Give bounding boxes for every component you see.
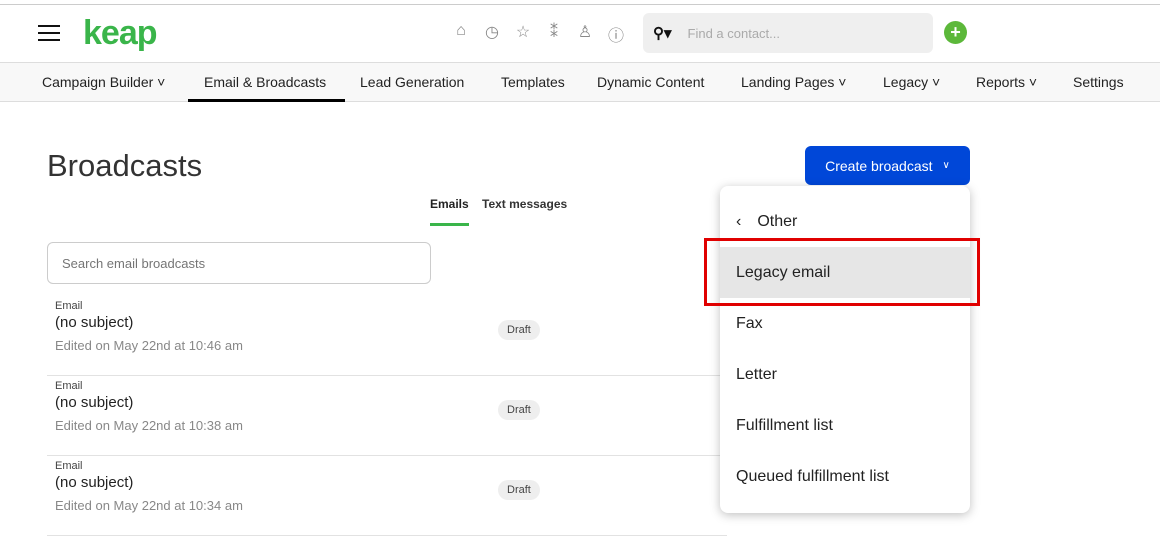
contact-search[interactable]: ⚲▾ Find a contact... — [643, 13, 933, 53]
nav-lead-generation[interactable]: Lead Generation — [360, 74, 464, 90]
table-row[interactable]: Email (no subject) Edited on May 22nd at… — [47, 376, 727, 456]
nav-settings[interactable]: Settings — [1073, 74, 1124, 90]
tab-emails[interactable]: Emails — [430, 197, 469, 226]
help-icon[interactable]: ⓘ — [607, 22, 625, 46]
broadcast-search-input[interactable] — [47, 242, 431, 284]
activity-icon[interactable]: ⁑ — [545, 22, 563, 46]
row-subject[interactable]: (no subject) — [55, 474, 133, 491]
create-broadcast-dropdown: ‹ Other Legacy email Fax Letter Fulfillme… — [720, 186, 970, 513]
create-broadcast-button[interactable]: Create broadcast ∨ — [805, 146, 970, 185]
page-title: Broadcasts — [47, 148, 203, 183]
nav-dynamic-content[interactable]: Dynamic Content — [597, 74, 704, 90]
contact-search-placeholder: Find a contact... — [687, 25, 781, 41]
menu-item-fulfillment-list[interactable]: Fulfillment list — [720, 400, 970, 451]
star-icon[interactable]: ☆ — [514, 22, 532, 46]
menu-back-label: Other — [757, 213, 798, 230]
active-nav-indicator — [188, 99, 345, 102]
row-edited: Edited on May 22nd at 10:38 am — [55, 418, 243, 433]
row-kind: Email — [55, 300, 83, 312]
menu-item-queued-fulfillment-list[interactable]: Queued fulfillment list — [720, 451, 970, 502]
nav-landing-pages[interactable]: Landing Pages ˅ — [741, 74, 846, 90]
row-kind: Email — [55, 460, 83, 472]
add-icon[interactable]: + — [944, 21, 967, 44]
search-icon[interactable]: ⚲▾ — [653, 24, 672, 42]
chevron-down-icon: ∨ — [942, 160, 950, 171]
row-kind: Email — [55, 380, 83, 392]
nav-reports[interactable]: Reports ˅ — [976, 74, 1037, 90]
table-row[interactable]: Email (no subject) Edited on May 22nd at… — [47, 456, 727, 536]
history-icon[interactable]: ◷ — [483, 22, 501, 46]
person-icon[interactable]: ♙ — [576, 22, 594, 46]
status-badge: Draft — [498, 400, 540, 420]
main-nav: Campaign Builder ˅ Email & Broadcasts Le… — [0, 62, 1160, 102]
nav-email-broadcasts[interactable]: Email & Broadcasts — [204, 74, 326, 90]
nav-campaign-builder[interactable]: Campaign Builder ˅ — [42, 74, 165, 90]
nav-legacy[interactable]: Legacy ˅ — [883, 74, 940, 90]
row-edited: Edited on May 22nd at 10:46 am — [55, 338, 243, 353]
table-row[interactable]: Email (no subject) Edited on May 22nd at… — [47, 296, 727, 376]
status-badge: Draft — [498, 480, 540, 500]
top-divider — [0, 4, 1160, 5]
menu-icon[interactable] — [38, 25, 60, 41]
tab-text-messages[interactable]: Text messages — [482, 197, 567, 211]
nav-templates[interactable]: Templates — [501, 74, 565, 90]
chevron-left-icon: ‹ — [736, 213, 742, 230]
status-badge: Draft — [498, 320, 540, 340]
row-subject[interactable]: (no subject) — [55, 394, 133, 411]
row-subject[interactable]: (no subject) — [55, 314, 133, 331]
create-broadcast-label: Create broadcast — [825, 157, 933, 174]
keap-logo[interactable]: keap — [83, 14, 157, 53]
highlight-box — [704, 238, 980, 306]
menu-item-letter[interactable]: Letter — [720, 349, 970, 400]
row-edited: Edited on May 22nd at 10:34 am — [55, 498, 243, 513]
home-icon[interactable]: ⌂ — [452, 22, 470, 46]
